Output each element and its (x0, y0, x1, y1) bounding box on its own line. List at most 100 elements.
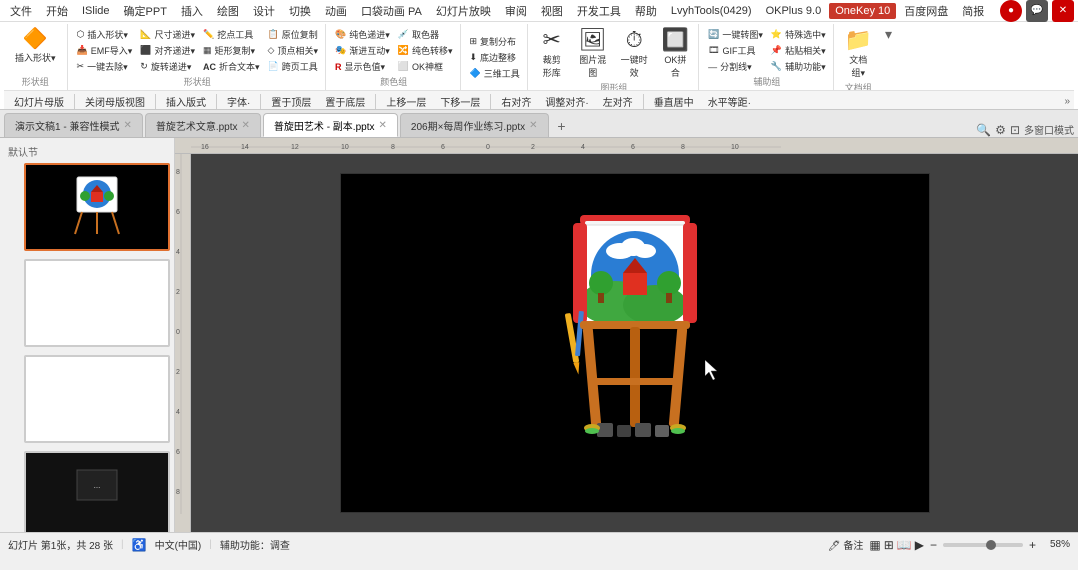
menu-view[interactable]: 视图 (535, 1, 569, 21)
slide-thumb-3[interactable] (24, 355, 170, 443)
assist-func-btn[interactable]: 🔧辅助功能▾ (768, 59, 829, 74)
vcenter-btn[interactable]: 垂直居中 (648, 92, 700, 110)
about-button[interactable]: 🔶 插入形状▾ (10, 26, 61, 66)
ok-merge-btn[interactable]: 🔲 OK拼合 (657, 26, 694, 81)
divider-btn[interactable]: —分割线▾ (705, 59, 766, 74)
close-tab-1[interactable]: ✕ (242, 120, 250, 131)
color-picker-btn[interactable]: 💉取色器 (395, 27, 456, 42)
gif-tool-btn[interactable]: 🎞GIF工具 (705, 43, 766, 58)
insert-layout-btn[interactable]: 插入版式 (160, 92, 212, 110)
slide-canvas[interactable] (340, 173, 930, 513)
multiwindow-icon[interactable]: ⊡ (1010, 123, 1020, 137)
align-adjust-btn[interactable]: 调整对齐· (539, 92, 594, 110)
rotate-step-btn[interactable]: ↻旋转递进▾ (137, 59, 198, 74)
menu-review[interactable]: 审阅 (499, 1, 533, 21)
paste-related-btn[interactable]: 📌粘贴相关▾ (768, 43, 829, 58)
reading-view-icon[interactable]: 📖 (897, 538, 912, 552)
bring-front-btn[interactable]: 置于顶层 (265, 92, 317, 110)
menu-lvyhtools[interactable]: LvyhTools(0429) (665, 3, 758, 19)
close-tab-3[interactable]: ✕ (529, 120, 537, 131)
move-up-btn[interactable]: 上移一层 (380, 92, 432, 110)
settings-icon[interactable]: ⚙ (995, 123, 1006, 137)
menu-design[interactable]: 设计 (247, 1, 281, 21)
new-tab-btn[interactable]: + (551, 115, 573, 137)
font-btn[interactable]: 字体· (221, 92, 256, 110)
send-back-btn[interactable]: 置于底层 (319, 92, 371, 110)
size-step-btn[interactable]: 📐尺寸递进▾ (137, 27, 198, 42)
hequalspace-btn[interactable]: 水平等距· (702, 92, 757, 110)
zoom-in-btn[interactable]: + (1029, 538, 1036, 552)
menu-file[interactable]: 文件 (4, 1, 38, 21)
multiwindow-label[interactable]: 多窗口模式 (1024, 122, 1074, 137)
bottom-move-btn[interactable]: ⬇底边整移 (467, 50, 523, 65)
original-copy-btn[interactable]: 📋原位复制 (265, 27, 321, 42)
left-align-btn[interactable]: 左对齐 (597, 92, 639, 110)
menu-okplus[interactable]: OKPlus 9.0 (760, 3, 828, 19)
menu-switch[interactable]: 切换 (283, 1, 317, 21)
dig-point-btn[interactable]: ✏️挖点工具 (200, 27, 263, 42)
annotation-btn[interactable]: 🖊 备注 (828, 537, 863, 552)
menu-slideshow[interactable]: 幻灯片放映 (430, 1, 497, 21)
insert-shape-btn[interactable]: ⬡插入形状▾ (74, 27, 136, 42)
slide-thumb-2[interactable] (24, 259, 170, 347)
menu-confirm-ppt[interactable]: 确定PPT (118, 1, 173, 21)
zoom-out-btn[interactable]: − (930, 538, 937, 552)
slide-thumb-4[interactable]: ... (24, 451, 170, 532)
menu-insert[interactable]: 插入 (175, 1, 209, 21)
close-tab-0[interactable]: ✕ (123, 120, 131, 131)
zoom-level[interactable]: 58% (1042, 539, 1070, 550)
chat-button[interactable]: 💬 (1026, 0, 1048, 22)
emf-import-btn[interactable]: 📥EMF导入▾ (74, 43, 136, 58)
remove-btn[interactable]: ✂一键去除▾ (74, 59, 136, 74)
copy-distribute-btn[interactable]: ⊞复制分布 (467, 34, 523, 49)
menu-draw[interactable]: 绘图 (211, 1, 245, 21)
close-app-button[interactable]: ✕ (1052, 0, 1074, 22)
search-files-icon[interactable]: 🔍 (976, 123, 991, 137)
solid-transfer-btn[interactable]: 🔀纯色转移▾ (395, 43, 456, 58)
doc-group-btn[interactable]: 📁 文档组▾ (840, 26, 877, 81)
more-toolbar-btn[interactable]: » (1064, 96, 1070, 107)
record-button[interactable]: ● (1000, 0, 1022, 22)
slideshow-icon[interactable]: ▶ (915, 538, 924, 552)
onekey-effect-btn[interactable]: ⏱ 一键时效 (616, 26, 653, 81)
menu-islide[interactable]: ISlide (76, 3, 116, 19)
solid-step-btn[interactable]: 🎨纯色递进▾ (332, 27, 393, 42)
menu-start[interactable]: 开始 (40, 1, 74, 21)
slidemaster-btn[interactable]: 幻灯片母版 (8, 92, 70, 110)
menu-pocket-animation[interactable]: 口袋动画 PA (355, 1, 428, 21)
image-mix-btn[interactable]: 🖼 图片混图 (574, 26, 612, 81)
crop-library-btn[interactable]: ✂ 裁剪形库 (534, 26, 570, 81)
graphic-group-label: 图形组 (534, 81, 694, 90)
cross-page-btn[interactable]: 📄跨页工具 (265, 59, 321, 74)
menu-onekey[interactable]: OneKey 10 (829, 3, 896, 19)
menu-baidu[interactable]: 百度网盘 (898, 1, 954, 21)
tab-presentation1[interactable]: 演示文稿1 - 兼容性模式 ✕ (4, 113, 143, 137)
normal-view-icon[interactable]: ▦ (869, 538, 880, 552)
tab-art-text[interactable]: 普旋艺术文意.pptx ✕ (145, 113, 261, 137)
close-master-btn[interactable]: 关闭母版视图 (79, 92, 151, 110)
vertex-related-btn[interactable]: ◇顶点相关▾ (265, 43, 321, 58)
slide-browse-icon[interactable]: ⊞ (884, 538, 894, 552)
ribbon-expand-btn[interactable]: ▾ (885, 26, 892, 43)
menu-devtools[interactable]: 开发工具 (571, 1, 627, 21)
move-down-btn[interactable]: 下移一层 (434, 92, 486, 110)
menu-animation[interactable]: 动画 (319, 1, 353, 21)
cursor-svg (705, 360, 721, 380)
align-step-btn[interactable]: ⬛对齐递进▾ (137, 43, 198, 58)
fold-text-btn[interactable]: AC折合文本▾ (200, 59, 263, 74)
color-display-btn[interactable]: R显示色值▾ (332, 59, 393, 74)
menu-jianbo[interactable]: 简报 (956, 1, 990, 21)
tab-homework[interactable]: 206期×每周作业练习.pptx ✕ (400, 113, 549, 137)
close-tab-2[interactable]: ✕ (379, 120, 387, 131)
gradient-interact-btn[interactable]: 🎭渐进互动▾ (332, 43, 393, 58)
tab-art-copy[interactable]: 普旋田艺术 - 副本.pptx ✕ (263, 113, 398, 137)
slide-thumb-1[interactable] (24, 163, 170, 251)
zoom-slider[interactable] (943, 543, 1023, 547)
3d-tool-btn[interactable]: 🔷三维工具 (467, 66, 523, 81)
special-select-btn[interactable]: ⭐特殊选中▾ (768, 27, 829, 42)
onekey-image-btn[interactable]: 🔄一键转图▾ (705, 27, 766, 42)
menu-help[interactable]: 帮助 (629, 1, 663, 21)
rect-copy-btn[interactable]: ▦矩形复制▾ (200, 43, 263, 58)
right-align-btn[interactable]: 右对齐 (495, 92, 537, 110)
ok-frame-btn[interactable]: ⬜OK神框 (395, 59, 456, 74)
